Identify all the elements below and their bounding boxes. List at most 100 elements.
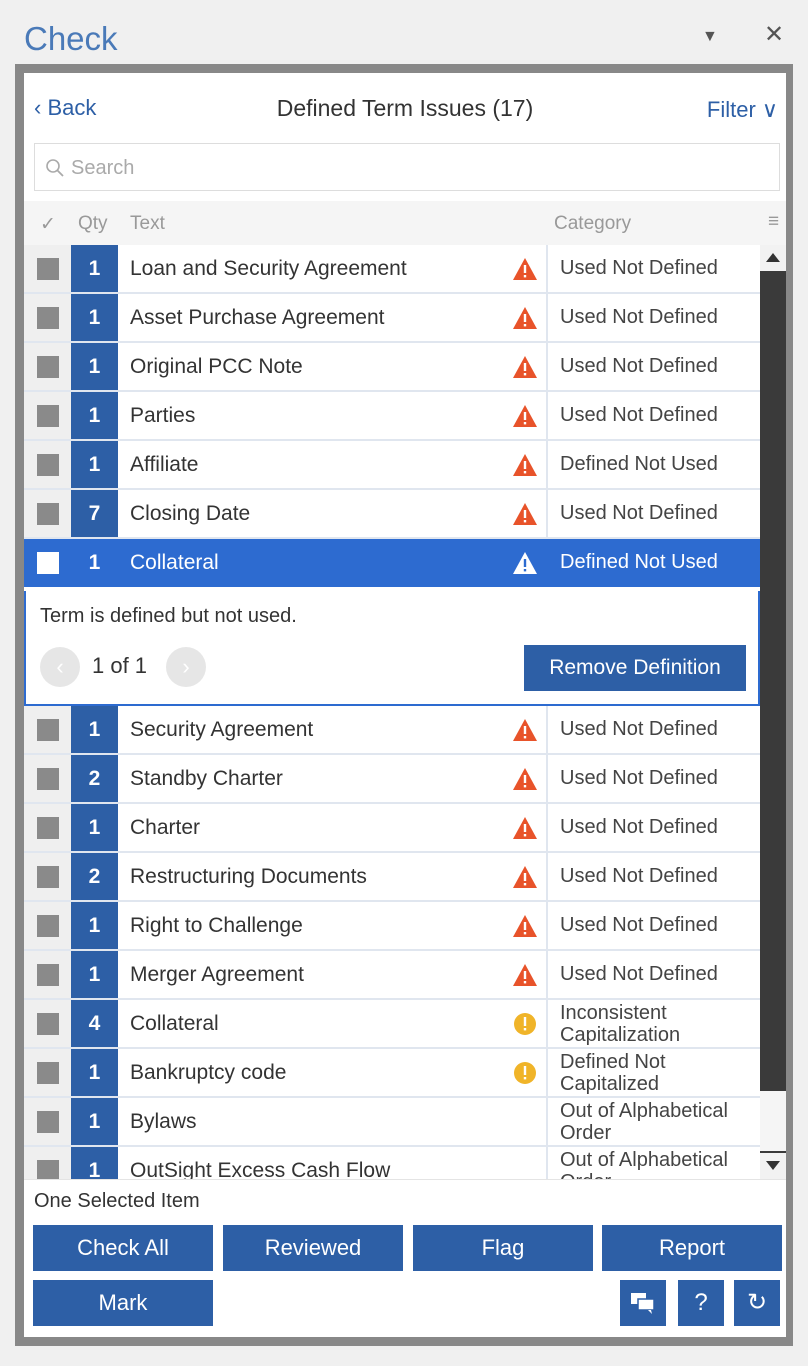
row-qty: 7 [71, 490, 118, 537]
column-menu-icon[interactable]: ≡ [768, 211, 779, 233]
issue-row[interactable]: 1 Merger Agreement Used Not Defined [24, 951, 760, 1000]
search-icon [46, 159, 64, 177]
check-column-header[interactable]: ✓ [40, 213, 56, 236]
warning-icon [513, 552, 537, 574]
row-checkbox[interactable] [24, 902, 71, 949]
warning-icon [513, 307, 537, 329]
scroll-down-button[interactable] [760, 1153, 786, 1179]
panel-header: ‹ Back Defined Term Issues (17) Filter ∨ [24, 73, 786, 137]
issue-row[interactable]: 1 Bylaws Out of Alphabetical Order [24, 1098, 760, 1147]
list-scrollbar[interactable] [760, 245, 786, 1179]
search-box[interactable] [34, 143, 780, 191]
row-text: Bankruptcy code [130, 1061, 287, 1084]
info-icon [514, 1062, 536, 1084]
row-text: Charter [130, 816, 201, 839]
row-text: Loan and Security Agreement [130, 257, 407, 280]
reviewed-button[interactable]: Reviewed [223, 1225, 403, 1271]
row-checkbox[interactable] [24, 539, 71, 586]
row-qty: 1 [71, 804, 118, 851]
issue-row[interactable]: 1 OutSight Excess Cash Flow Out of Alphabe… [24, 1147, 760, 1179]
footer: One Selected Item Check All Reviewed Fla… [24, 1179, 786, 1337]
warning-icon [513, 964, 537, 986]
row-checkbox[interactable] [24, 1147, 71, 1179]
row-category: Defined Not Capitalized [546, 1049, 760, 1096]
row-checkbox[interactable] [24, 804, 71, 851]
issue-row[interactable]: 1 Loan and Security Agreement Used Not Def… [24, 245, 760, 294]
remove-definition-button[interactable]: Remove Definition [524, 645, 746, 691]
row-qty: 1 [71, 539, 118, 586]
scroll-thumb[interactable] [763, 277, 783, 1089]
report-button[interactable]: Report [602, 1225, 782, 1271]
issue-row[interactable]: 1 Asset Purchase Agreement Used Not Define… [24, 294, 760, 343]
pane-options-icon[interactable]: ▼ [702, 28, 718, 46]
row-category: Out of Alphabetical Order [546, 1098, 760, 1145]
issue-row[interactable]: 1 Bankruptcy code Defined Not Capitalized [24, 1049, 760, 1098]
row-checkbox[interactable] [24, 343, 71, 390]
text-column-header[interactable]: Text [130, 213, 165, 235]
row-checkbox[interactable] [24, 245, 71, 292]
issue-row[interactable]: 2 Standby Charter Used Not Defined [24, 755, 760, 804]
row-category: Used Not Defined [546, 902, 760, 949]
row-qty: 1 [71, 441, 118, 488]
close-icon[interactable]: ✕ [764, 20, 784, 49]
row-checkbox[interactable] [24, 294, 71, 341]
issue-row[interactable]: 1 Right to Challenge Used Not Defined [24, 902, 760, 951]
row-text: Right to Challenge [130, 914, 303, 937]
issue-row[interactable]: 1 Security Agreement Used Not Defined [24, 706, 760, 755]
row-category: Used Not Defined [546, 245, 760, 292]
row-text: Collateral [130, 551, 219, 574]
row-checkbox[interactable] [24, 951, 71, 998]
selected-issue-row[interactable]: 1 Collateral Defined Not Used [24, 539, 760, 587]
row-category: Used Not Defined [546, 294, 760, 341]
issue-row[interactable]: 1 Parties Used Not Defined [24, 392, 760, 441]
issue-row[interactable]: 2 Restructuring Documents Used Not Defined [24, 853, 760, 902]
issue-row[interactable]: 1 Charter Used Not Defined [24, 804, 760, 853]
issue-row[interactable]: 7 Closing Date Used Not Defined [24, 490, 760, 539]
row-text: Security Agreement [130, 718, 314, 741]
mark-button[interactable]: Mark [33, 1280, 213, 1326]
row-qty: 1 [71, 902, 118, 949]
row-qty: 1 [71, 951, 118, 998]
row-checkbox[interactable] [24, 392, 71, 439]
issue-detail-panel: Term is defined but not used. ‹ 1 of 1 ›… [24, 591, 760, 706]
row-category: Used Not Defined [546, 853, 760, 900]
back-button[interactable]: ‹ Back [34, 95, 96, 121]
row-qty: 1 [71, 294, 118, 341]
row-qty: 1 [71, 343, 118, 390]
help-button[interactable]: ? [678, 1280, 724, 1326]
filter-dropdown[interactable]: Filter ∨ [707, 97, 778, 123]
qty-column-header[interactable]: Qty [78, 213, 108, 235]
row-category: Inconsistent Capitalization [546, 1000, 760, 1047]
check-all-button[interactable]: Check All [33, 1225, 213, 1271]
row-category: Used Not Defined [546, 951, 760, 998]
prev-issue-button[interactable]: ‹ [40, 647, 80, 687]
warning-icon [513, 258, 537, 280]
row-text: Original PCC Note [130, 355, 303, 378]
row-checkbox[interactable] [24, 706, 71, 753]
scroll-up-button[interactable] [760, 245, 786, 271]
next-issue-button[interactable]: › [166, 647, 206, 687]
row-checkbox[interactable] [24, 1098, 71, 1145]
warning-icon [513, 454, 537, 476]
row-checkbox[interactable] [24, 755, 71, 802]
comments-button[interactable] [620, 1280, 666, 1326]
scroll-track[interactable] [760, 1091, 786, 1151]
row-checkbox[interactable] [24, 1000, 71, 1047]
refresh-button[interactable]: ↻ [734, 1280, 780, 1326]
row-checkbox[interactable] [24, 1049, 71, 1096]
row-checkbox[interactable] [24, 853, 71, 900]
row-qty: 1 [71, 1049, 118, 1096]
warning-icon [513, 405, 537, 427]
issue-row[interactable]: 1 Affiliate Defined Not Used [24, 441, 760, 490]
warning-icon [513, 768, 537, 790]
search-input[interactable] [71, 154, 761, 182]
row-text: Standby Charter [130, 767, 283, 790]
issue-message: Term is defined but not used. [40, 605, 297, 627]
row-checkbox[interactable] [24, 441, 71, 488]
issue-row[interactable]: 1 Original PCC Note Used Not Defined [24, 343, 760, 392]
flag-button[interactable]: Flag [413, 1225, 593, 1271]
warning-icon [513, 817, 537, 839]
row-checkbox[interactable] [24, 490, 71, 537]
category-column-header[interactable]: Category [554, 213, 631, 235]
issue-row[interactable]: 4 Collateral Inconsistent Capitalization [24, 1000, 760, 1049]
